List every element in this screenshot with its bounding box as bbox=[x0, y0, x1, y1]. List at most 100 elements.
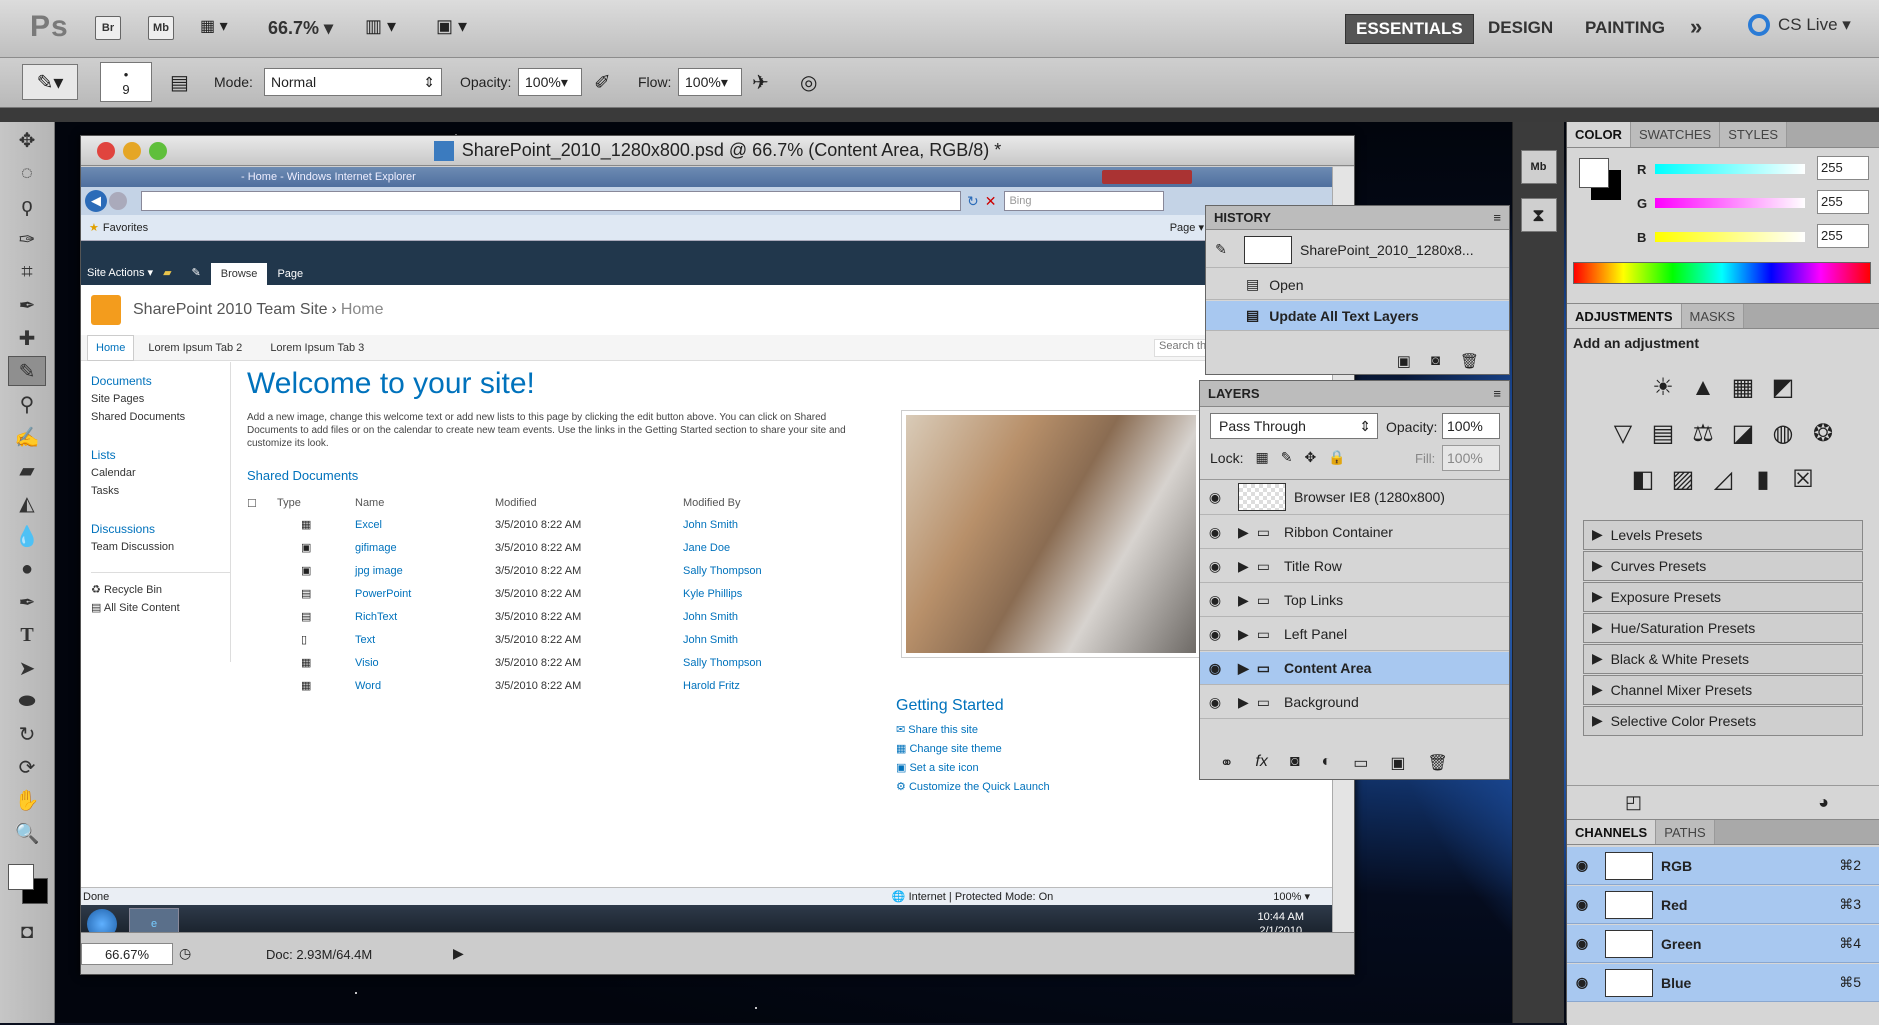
nav-documents[interactable]: Documents bbox=[91, 372, 230, 390]
history-brush-tool[interactable]: ✍ bbox=[8, 422, 46, 452]
layer-row[interactable]: ◉ ▶ ▭ Background bbox=[1200, 686, 1509, 719]
workspace-essentials[interactable]: ESSENTIALS bbox=[1345, 14, 1474, 44]
nav-calendar[interactable]: Calendar bbox=[91, 464, 230, 482]
favorites-button[interactable]: Favorites bbox=[103, 222, 148, 234]
url-input[interactable] bbox=[141, 191, 961, 211]
new-layer-icon[interactable]: ▣ bbox=[1390, 753, 1405, 773]
forward-icon[interactable] bbox=[109, 192, 127, 210]
layer-row[interactable]: ◉ ▶ ▭ Ribbon Container bbox=[1200, 516, 1509, 549]
threshold-icon[interactable]: ◿ bbox=[1705, 464, 1741, 496]
eye-icon[interactable]: ◉ bbox=[1200, 660, 1230, 677]
tablet-pressure-opacity-button[interactable]: ✐ bbox=[594, 70, 611, 95]
doc-name[interactable]: RichText bbox=[355, 605, 495, 628]
tab-lorem-2[interactable]: Lorem Ipsum Tab 2 bbox=[134, 336, 256, 360]
doc-name[interactable]: Word bbox=[355, 674, 495, 697]
doc-modified-by[interactable]: Jane Doe bbox=[683, 536, 762, 559]
doc-modified-by[interactable]: John Smith bbox=[683, 513, 762, 536]
tab-masks[interactable]: MASKS bbox=[1681, 304, 1745, 328]
photo-filter-icon[interactable]: ◍ bbox=[1765, 418, 1801, 450]
dodge-tool[interactable]: ● bbox=[8, 554, 46, 584]
col-name[interactable]: Name bbox=[355, 493, 495, 513]
hue-saturation-icon[interactable]: ▤ bbox=[1645, 418, 1681, 450]
posterize-icon[interactable]: ▨ bbox=[1665, 464, 1701, 496]
trash-icon[interactable]: 🗑 bbox=[1427, 753, 1447, 773]
doc-modified-by[interactable]: Kyle Phillips bbox=[683, 582, 762, 605]
taskbar-clock[interactable]: 10:44 AM 2/1/2010 bbox=[1258, 910, 1304, 934]
preset-levels[interactable]: ▶ Levels Presets bbox=[1583, 519, 1863, 550]
channel-row[interactable]: ◉ RGB ⌘2 bbox=[1567, 847, 1879, 885]
channel-row[interactable]: ◉ Green ⌘4 bbox=[1567, 925, 1879, 963]
doc-name[interactable]: jpg image bbox=[355, 559, 495, 582]
back-icon[interactable]: ◀ bbox=[85, 190, 107, 212]
history-item[interactable]: ▤ Open bbox=[1206, 270, 1509, 300]
tab-styles[interactable]: STYLES bbox=[1720, 122, 1788, 147]
preset-hue-saturation[interactable]: ▶ Hue/Saturation Presets bbox=[1583, 612, 1863, 643]
shared-docs-heading[interactable]: Shared Documents bbox=[247, 468, 867, 483]
navigate-up-icon[interactable]: ▰ bbox=[163, 266, 171, 279]
b-slider[interactable] bbox=[1655, 232, 1805, 242]
flow-input[interactable]: 100% ▾ bbox=[678, 68, 742, 96]
gs-share-site[interactable]: ✉ Share this site bbox=[896, 723, 1050, 736]
tab-home[interactable]: Home bbox=[87, 334, 135, 361]
layer-opacity-input[interactable]: 100% bbox=[1442, 413, 1500, 439]
invert-icon[interactable]: ◧ bbox=[1625, 464, 1661, 496]
mini-bridge-button[interactable]: Mb bbox=[148, 16, 174, 40]
blur-tool[interactable]: 💧 bbox=[8, 521, 46, 551]
tab-color[interactable]: COLOR bbox=[1567, 122, 1631, 147]
lasso-tool[interactable]: ϙ bbox=[8, 191, 46, 221]
stop-icon[interactable]: ✕ bbox=[985, 193, 997, 210]
levels-icon[interactable]: ▲ bbox=[1685, 372, 1721, 404]
eye-icon[interactable]: ◉ bbox=[1200, 694, 1230, 711]
mode-select[interactable]: Normal ⇕ bbox=[264, 68, 442, 96]
expand-triangle-icon[interactable]: ▶ bbox=[1238, 524, 1249, 541]
channel-row[interactable]: ◉ Blue ⌘5 bbox=[1567, 964, 1879, 1002]
doc-name[interactable]: Excel bbox=[355, 513, 495, 536]
link-layers-icon[interactable]: ⚭ bbox=[1220, 753, 1233, 773]
ie-zoom[interactable]: 100% ▾ bbox=[1273, 890, 1310, 903]
paint-bucket-tool[interactable]: ◭ bbox=[8, 488, 46, 518]
nav-site-pages[interactable]: Site Pages bbox=[91, 390, 230, 408]
selective-color-icon[interactable]: ☒ bbox=[1785, 464, 1821, 496]
layer-row-selected[interactable]: ◉ ▶ ▭ Content Area bbox=[1200, 652, 1509, 685]
airbrush-button[interactable]: ✈ bbox=[752, 70, 769, 95]
edit-page-icon[interactable]: ✎ bbox=[192, 266, 201, 279]
ie-taskbar-button[interactable]: e bbox=[129, 908, 179, 934]
doc-name[interactable]: Visio bbox=[355, 651, 495, 674]
3d-rotate-tool[interactable]: ↻ bbox=[8, 719, 46, 749]
tab-swatches[interactable]: SWATCHES bbox=[1630, 122, 1721, 147]
site-title[interactable]: SharePoint 2010 Team Site bbox=[133, 301, 328, 319]
expand-triangle-icon[interactable]: ▶ bbox=[1238, 660, 1249, 677]
marquee-tool[interactable]: ◌ bbox=[8, 158, 46, 188]
color-swatches[interactable] bbox=[0, 854, 54, 914]
doc-modified-by[interactable]: Sally Thompson bbox=[683, 559, 762, 582]
doc-name[interactable]: gifimage bbox=[355, 536, 495, 559]
type-tool[interactable]: T bbox=[8, 620, 46, 650]
nav-discussions[interactable]: Discussions bbox=[91, 520, 230, 538]
lock-position-icon[interactable]: ✥ bbox=[1304, 449, 1316, 466]
expand-triangle-icon[interactable]: ▶ bbox=[1238, 694, 1249, 711]
gs-site-icon[interactable]: ▣ Set a site icon bbox=[896, 761, 1050, 774]
more-workspaces-button[interactable]: » bbox=[1690, 14, 1702, 40]
doc-modified-by[interactable]: Sally Thompson bbox=[683, 651, 762, 674]
doc-modified-by[interactable]: John Smith bbox=[683, 605, 762, 628]
lock-pixels-icon[interactable]: ✎ bbox=[1281, 449, 1293, 466]
fx-icon[interactable]: fx bbox=[1255, 753, 1267, 773]
b-input[interactable]: 255 bbox=[1817, 224, 1869, 248]
cs-live-button[interactable]: CS Live ▾ bbox=[1748, 14, 1851, 36]
status-menu-arrow[interactable]: ▶ bbox=[453, 945, 464, 962]
r-input[interactable]: 255 bbox=[1817, 156, 1869, 180]
eye-icon[interactable]: ◉ bbox=[1200, 558, 1230, 575]
doc-name[interactable]: PowerPoint bbox=[355, 582, 495, 605]
col-modified-by[interactable]: Modified By bbox=[683, 493, 762, 513]
ie-window-controls[interactable] bbox=[1102, 170, 1192, 184]
new-group-icon[interactable]: ▭ bbox=[1353, 753, 1368, 773]
view-extras-button[interactable]: ▦ ▾ bbox=[200, 16, 228, 36]
g-slider[interactable] bbox=[1655, 198, 1805, 208]
status-options-icon[interactable]: ◷ bbox=[179, 945, 191, 962]
select-all-checkbox[interactable]: ☐ bbox=[247, 493, 277, 513]
history-brush-source-icon[interactable]: ✎ bbox=[1206, 241, 1236, 258]
lock-transparent-icon[interactable]: ▦ bbox=[1255, 449, 1268, 466]
panel-menu-icon[interactable]: ≡ bbox=[1493, 386, 1501, 401]
r-slider[interactable] bbox=[1655, 164, 1805, 174]
layer-mask-icon[interactable]: ◙ bbox=[1290, 753, 1300, 773]
